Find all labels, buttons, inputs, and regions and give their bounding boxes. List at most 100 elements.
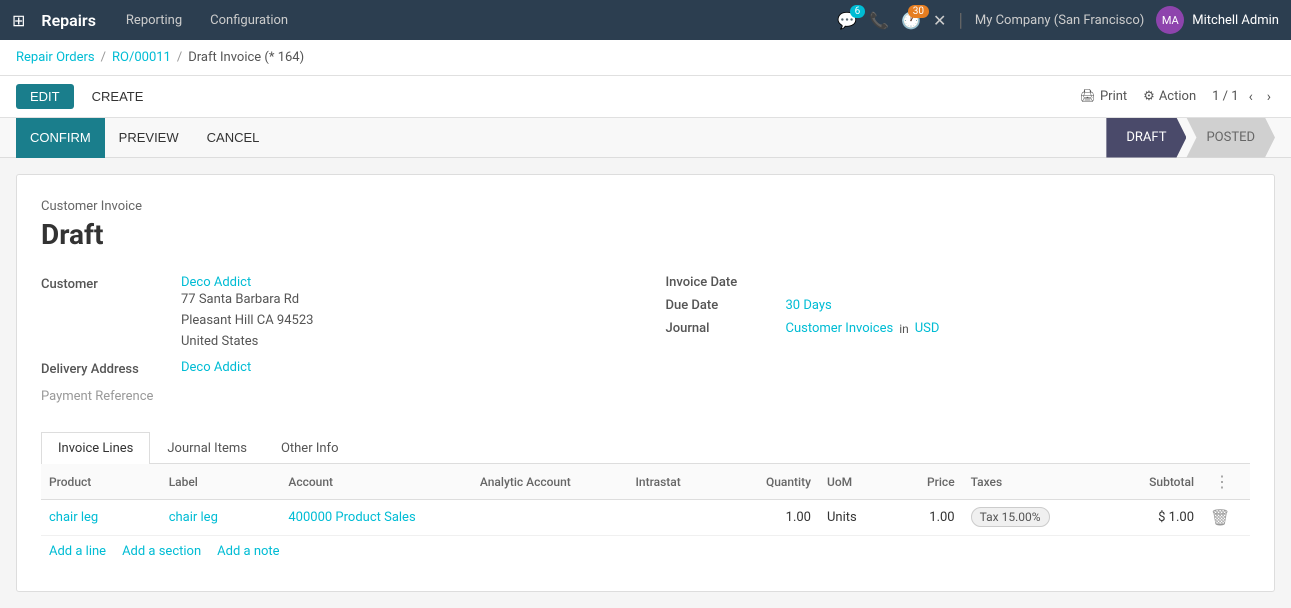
uom-value[interactable]: Units <box>827 510 857 525</box>
row-label[interactable]: chair leg <box>169 510 218 525</box>
cell-product: chair leg <box>41 500 161 536</box>
gear-icon: ⚙ <box>1143 89 1155 104</box>
table-footer-actions: Add a line Add a section Add a note <box>41 536 1250 567</box>
invoice-date-field: Invoice Date <box>666 275 1251 290</box>
breadcrumb-repair-orders[interactable]: Repair Orders <box>16 50 95 65</box>
breadcrumb-sep-2: / <box>177 50 182 65</box>
cell-price: 1.00 <box>891 500 963 536</box>
subtotal-value: $ 1.00 <box>1158 510 1194 525</box>
cell-account: 400000 Product Sales <box>280 500 472 536</box>
cell-uom: Units <box>819 500 891 536</box>
col-header-taxes: Taxes <box>963 464 1107 500</box>
col-header-actions: ⋮ <box>1202 464 1250 500</box>
confirm-button[interactable]: CONFIRM <box>16 118 105 158</box>
edit-button[interactable]: EDIT <box>16 84 74 109</box>
customer-field: Customer Deco Addict 77 Santa Barbara Rd… <box>41 275 626 352</box>
customer-name[interactable]: Deco Addict <box>181 275 313 290</box>
col-header-subtotal: Subtotal <box>1106 464 1202 500</box>
grid-icon[interactable]: ⊞ <box>12 11 25 30</box>
tab-invoice-lines[interactable]: Invoice Lines <box>41 432 150 464</box>
col-header-analytic-account: Analytic Account <box>472 464 628 500</box>
column-options-icon[interactable]: ⋮ <box>1210 472 1234 491</box>
journal-currency[interactable]: USD <box>915 321 940 336</box>
create-button[interactable]: CREATE <box>82 84 154 109</box>
phone-icon[interactable]: 📞 <box>869 11 889 30</box>
invoice-card: Customer Invoice Draft Customer Deco Add… <box>16 174 1275 592</box>
toolbar-actions: 🖨 Print ⚙ Action 1 / 1 ‹ › <box>1079 87 1275 107</box>
cell-label: chair leg <box>161 500 281 536</box>
divider: | <box>958 10 962 31</box>
pagination-count: 1 / 1 <box>1212 89 1238 104</box>
invoice-fields-left: Customer Deco Addict 77 Santa Barbara Rd… <box>41 275 626 412</box>
nav-link-reporting[interactable]: Reporting <box>120 9 188 32</box>
user-menu[interactable]: MA Mitchell Admin <box>1156 6 1279 34</box>
delete-row-icon[interactable]: 🗑 <box>1210 508 1230 527</box>
activity-button[interactable]: 🕐 30 <box>901 11 921 30</box>
customer-address-3: United States <box>181 332 313 353</box>
app-name[interactable]: Repairs <box>41 11 96 30</box>
pagination: 1 / 1 ‹ › <box>1212 87 1275 107</box>
tab-other-info[interactable]: Other Info <box>264 432 356 464</box>
print-label: Print <box>1100 89 1127 104</box>
print-button[interactable]: 🖨 Print <box>1079 89 1127 104</box>
invoice-type-label: Customer Invoice <box>41 199 1250 214</box>
invoice-fields: Customer Deco Addict 77 Santa Barbara Rd… <box>41 275 1250 412</box>
col-header-label: Label <box>161 464 281 500</box>
quantity-value[interactable]: 1.00 <box>786 510 811 525</box>
status-draft[interactable]: DRAFT <box>1106 118 1186 158</box>
add-line-button[interactable]: Add a line <box>49 544 106 559</box>
topnav-icons: 💬 6 📞 🕐 30 ✕ | My Company (San Francisco… <box>837 6 1279 34</box>
prev-record-button[interactable]: ‹ <box>1245 87 1257 107</box>
main-content: Customer Invoice Draft Customer Deco Add… <box>0 158 1291 608</box>
cancel-button[interactable]: CANCEL <box>193 118 274 158</box>
delivery-address-label: Delivery Address <box>41 360 181 377</box>
activity-badge: 30 <box>908 5 929 18</box>
status-posted[interactable]: POSTED <box>1186 118 1275 158</box>
breadcrumb-ro-number[interactable]: RO/00011 <box>112 50 171 65</box>
avatar: MA <box>1156 6 1184 34</box>
next-record-button[interactable]: › <box>1263 87 1275 107</box>
add-section-button[interactable]: Add a section <box>122 544 201 559</box>
messages-button[interactable]: 💬 6 <box>837 11 857 30</box>
due-date-value[interactable]: 30 Days <box>786 298 832 313</box>
customer-value: Deco Addict 77 Santa Barbara Rd Pleasant… <box>181 275 313 352</box>
status-track: DRAFT POSTED <box>1106 118 1275 158</box>
preview-button[interactable]: PREVIEW <box>105 118 193 158</box>
company-name[interactable]: My Company (San Francisco) <box>975 13 1144 28</box>
tabs-bar: Invoice Lines Journal Items Other Info <box>41 432 1250 464</box>
account-value[interactable]: 400000 Product Sales <box>288 510 415 525</box>
price-value[interactable]: 1.00 <box>929 510 954 525</box>
cell-intrastat[interactable] <box>628 500 724 536</box>
product-link[interactable]: chair leg <box>49 510 98 525</box>
journal-value[interactable]: Customer Invoices <box>786 321 894 336</box>
username: Mitchell Admin <box>1192 13 1279 28</box>
cell-analytic-account[interactable] <box>472 500 628 536</box>
breadcrumb-sep-1: / <box>101 50 106 65</box>
add-note-button[interactable]: Add a note <box>217 544 279 559</box>
due-date-label: Due Date <box>666 298 786 313</box>
col-header-intrastat: Intrastat <box>628 464 724 500</box>
delivery-address-value[interactable]: Deco Addict <box>181 360 251 375</box>
col-header-product: Product <box>41 464 161 500</box>
tab-journal-items[interactable]: Journal Items <box>150 432 264 464</box>
nav-link-configuration[interactable]: Configuration <box>204 9 294 32</box>
topnav: ⊞ Repairs Reporting Configuration 💬 6 📞 … <box>0 0 1291 40</box>
statusbar: CONFIRM PREVIEW CANCEL DRAFT POSTED <box>0 118 1291 158</box>
tax-badge[interactable]: Tax 15.00% <box>971 507 1050 527</box>
customer-address-1: 77 Santa Barbara Rd <box>181 290 313 311</box>
customer-address-2: Pleasant Hill CA 94523 <box>181 311 313 332</box>
col-header-price: Price <box>891 464 963 500</box>
breadcrumb-current-page: Draft Invoice (* 164) <box>188 50 304 65</box>
invoice-fields-right: Invoice Date Due Date 30 Days Journal Cu… <box>666 275 1251 412</box>
col-header-account: Account <box>280 464 472 500</box>
breadcrumb: Repair Orders / RO/00011 / Draft Invoice… <box>0 40 1291 76</box>
due-date-field: Due Date 30 Days <box>666 298 1251 313</box>
status-draft-label: DRAFT <box>1126 130 1166 145</box>
journal-field: Journal Customer Invoices in USD <box>666 321 1251 336</box>
delivery-address-field: Delivery Address Deco Addict <box>41 360 626 377</box>
print-icon: 🖨 <box>1079 89 1096 104</box>
invoice-status-title: Draft <box>41 218 1250 251</box>
action-label: Action <box>1159 89 1196 104</box>
action-button[interactable]: ⚙ Action <box>1143 89 1196 104</box>
close-icon[interactable]: ✕ <box>933 11 946 30</box>
